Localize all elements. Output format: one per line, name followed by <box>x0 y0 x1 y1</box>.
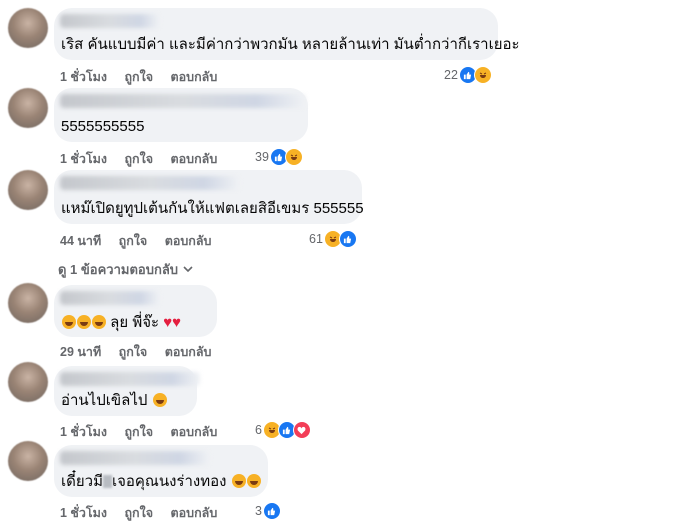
comment-text: 5555555555 <box>61 118 145 135</box>
reaction-summary[interactable]: 22 <box>444 66 492 84</box>
redacted-word <box>102 475 112 488</box>
comment-time[interactable]: 1 ชั่วโมง <box>60 152 107 166</box>
reaction-summary[interactable]: 61 <box>309 230 357 248</box>
like-button[interactable]: ถูกใจ <box>119 345 148 359</box>
author-name-redacted[interactable] <box>60 94 306 108</box>
avatar[interactable] <box>8 170 48 210</box>
reaction-summary[interactable]: 3 <box>255 502 281 520</box>
comment-actions: 29 นาที ถูกใจ ตอบกลับ <box>60 342 225 362</box>
comment-time[interactable]: 1 ชั่วโมง <box>60 506 107 520</box>
comment-bubble: อ่านไปเขิลไป <box>54 366 200 416</box>
like-button[interactable]: ถูกใจ <box>124 70 153 84</box>
comment-text: เริส คันแบบมีค่า และมีค่ากว่าพวกมัน หลาย… <box>61 36 520 53</box>
comment-text-row: เดี๋ยวมี เจอคุณนงร่างทอง <box>61 473 261 491</box>
love-reaction-icon <box>292 421 311 439</box>
reply-button[interactable]: ตอบกลับ <box>165 234 212 248</box>
rofl-emoji-icon <box>246 474 261 488</box>
rofl-emoji-icon <box>92 315 106 329</box>
comment-bubble: ลุย พี่จ๊ะ ♥♥ <box>54 285 217 337</box>
comment-bubble: แหม๊เปิดยูทูปเต้นกันให้แฟตเลยสิอีเขมร 55… <box>54 170 364 224</box>
like-button[interactable]: ถูกใจ <box>124 152 153 166</box>
comment-text-start: เดี๋ยวมี <box>61 473 103 490</box>
reaction-summary[interactable]: 39 <box>255 148 303 166</box>
rofl-emoji-icon <box>231 474 246 488</box>
comment-actions: 44 นาที ถูกใจ ตอบกลับ <box>60 231 225 251</box>
comment-time[interactable]: 1 ชั่วโมง <box>60 70 107 84</box>
comment-time[interactable]: 29 นาที <box>60 345 101 359</box>
reply-button[interactable]: ตอบกลับ <box>171 425 218 439</box>
avatar[interactable] <box>8 362 48 402</box>
comment-text-end: เจอคุณนงร่างทอง <box>111 473 227 490</box>
avatar[interactable] <box>8 283 48 323</box>
comment-actions: 1 ชั่วโมง ถูกใจ ตอบกลับ <box>60 503 231 523</box>
comment-text: ลุย พี่จ๊ะ <box>110 314 160 331</box>
rofl-emoji-icon <box>62 315 76 329</box>
reaction-summary[interactable]: 6 <box>255 421 311 439</box>
reaction-count: 39 <box>255 150 269 164</box>
avatar[interactable] <box>8 441 48 481</box>
comment-actions: 1 ชั่วโมง ถูกใจ ตอบกลับ <box>60 422 231 442</box>
comment-text: อ่านไปเขิลไป <box>61 392 148 409</box>
author-name-redacted[interactable] <box>60 14 160 28</box>
author-name-redacted[interactable] <box>60 372 200 386</box>
comment-bubble: เดี๋ยวมี เจอคุณนงร่างทอง <box>54 445 268 497</box>
comment-text-row: อ่านไปเขิลไป <box>61 392 167 410</box>
author-name-redacted[interactable] <box>60 291 160 305</box>
author-name-redacted[interactable] <box>60 451 210 465</box>
comment-bubble: เริส คันแบบมีค่า และมีค่ากว่าพวกมัน หลาย… <box>54 8 520 60</box>
haha-reaction-icon <box>284 148 303 166</box>
heart-emoji-icon: ♥ <box>172 314 182 331</box>
comment-text: แหม๊เปิดยูทูปเต้นกันให้แฟตเลยสิอีเขมร 55… <box>61 200 364 217</box>
comment-actions: 1 ชั่วโมง ถูกใจ ตอบกลับ <box>60 149 231 169</box>
comment-bubble: 5555555555 <box>54 88 308 142</box>
comment-text-row: ลุย พี่จ๊ะ ♥♥ <box>61 314 181 332</box>
reaction-count: 3 <box>255 504 262 518</box>
comment-actions: 1 ชั่วโมง ถูกใจ ตอบกลับ <box>60 67 231 87</box>
reply-button[interactable]: ตอบกลับ <box>171 506 218 520</box>
comment-time[interactable]: 44 นาที <box>60 234 101 248</box>
like-reaction-icon <box>338 230 357 248</box>
view-replies-label: ดู 1 ข้อความตอบกลับ <box>58 262 179 277</box>
like-button[interactable]: ถูกใจ <box>124 425 153 439</box>
like-button[interactable]: ถูกใจ <box>119 234 148 248</box>
laughing-emoji-icon <box>152 393 167 407</box>
avatar[interactable] <box>8 8 48 48</box>
like-button[interactable]: ถูกใจ <box>124 506 153 520</box>
heart-emoji-icon: ♥ <box>163 314 173 331</box>
author-name-redacted[interactable] <box>60 176 240 190</box>
reply-arrow-icon <box>183 266 193 273</box>
reply-button[interactable]: ตอบกลับ <box>171 70 218 84</box>
reaction-count: 22 <box>444 68 458 82</box>
comment-time[interactable]: 1 ชั่วโมง <box>60 425 107 439</box>
rofl-emoji-icon <box>77 315 91 329</box>
avatar[interactable] <box>8 88 48 128</box>
like-reaction-icon <box>262 502 281 520</box>
reply-button[interactable]: ตอบกลับ <box>165 345 212 359</box>
reaction-count: 61 <box>309 232 323 246</box>
haha-reaction-icon <box>473 66 492 84</box>
view-replies-link[interactable]: ดู 1 ข้อความตอบกลับ <box>58 259 194 280</box>
reaction-count: 6 <box>255 423 262 437</box>
reply-button[interactable]: ตอบกลับ <box>171 152 218 166</box>
